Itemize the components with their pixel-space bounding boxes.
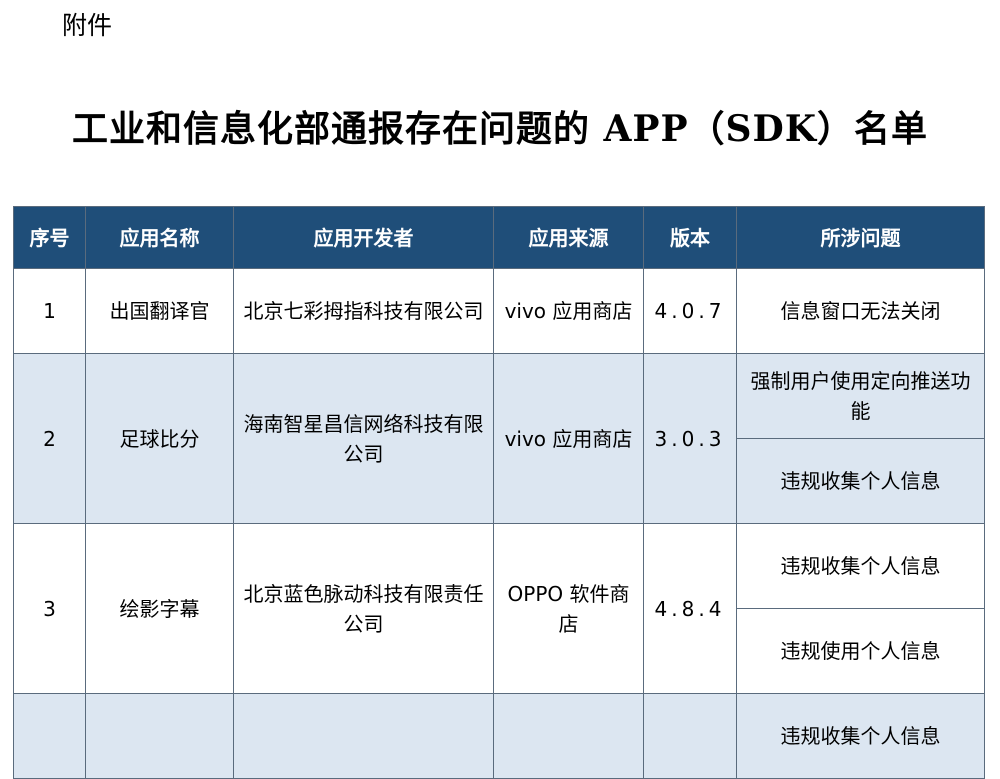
app-list-table: 序号 应用名称 应用开发者 应用来源 版本 所涉问题 1 出国翻译官 北京七彩拇… (13, 206, 985, 779)
row-issue: 违规使用个人信息 (736, 608, 985, 694)
header-source: 应用来源 (493, 206, 644, 269)
row-issue: 信息窗口无法关闭 (736, 268, 985, 354)
row-serial: 3 (13, 523, 86, 694)
row-source (493, 693, 644, 779)
table-row: 违规收集个人信息 (13, 693, 985, 779)
header-version: 版本 (643, 206, 737, 269)
row-developer: 海南智星昌信网络科技有限公司 (233, 353, 494, 524)
row-app-name: 绘影字幕 (85, 523, 234, 694)
row-version: 4.0.7 (643, 268, 737, 354)
table-row: 1 出国翻译官 北京七彩拇指科技有限公司 vivo 应用商店 4.0.7 信息窗… (13, 268, 985, 354)
row-app-name (85, 693, 234, 779)
row-developer (233, 693, 494, 779)
row-serial: 1 (13, 268, 86, 354)
row-app-name: 足球比分 (85, 353, 234, 524)
header-developer: 应用开发者 (233, 206, 494, 269)
table-header-row: 序号 应用名称 应用开发者 应用来源 版本 所涉问题 (13, 206, 985, 269)
row-version: 3.0.3 (643, 353, 737, 524)
row-developer: 北京七彩拇指科技有限公司 (233, 268, 494, 354)
header-issues: 所涉问题 (736, 206, 985, 269)
attachment-label: 附件 (62, 11, 113, 40)
row-source: OPPO 软件商店 (493, 523, 644, 694)
row-source: vivo 应用商店 (493, 268, 644, 354)
document-title: 工业和信息化部通报存在问题的 APP（SDK）名单 (71, 108, 929, 150)
row-source: vivo 应用商店 (493, 353, 644, 524)
row-version (643, 693, 737, 779)
row-version: 4.8.4 (643, 523, 737, 694)
table-row: 3 绘影字幕 北京蓝色脉动科技有限责任公司 OPPO 软件商店 4.8.4 违规… (13, 523, 985, 694)
row-serial: 2 (13, 353, 86, 524)
row-issue: 违规收集个人信息 (736, 523, 985, 609)
row-developer: 北京蓝色脉动科技有限责任公司 (233, 523, 494, 694)
table-row: 2 足球比分 海南智星昌信网络科技有限公司 vivo 应用商店 3.0.3 强制… (13, 353, 985, 524)
row-issue: 违规收集个人信息 (736, 693, 985, 779)
row-app-name: 出国翻译官 (85, 268, 234, 354)
row-issue: 强制用户使用定向推送功能 (736, 353, 985, 439)
header-serial: 序号 (13, 206, 86, 269)
header-app-name: 应用名称 (85, 206, 234, 269)
row-issue: 违规收集个人信息 (736, 438, 985, 524)
row-serial (13, 693, 86, 779)
